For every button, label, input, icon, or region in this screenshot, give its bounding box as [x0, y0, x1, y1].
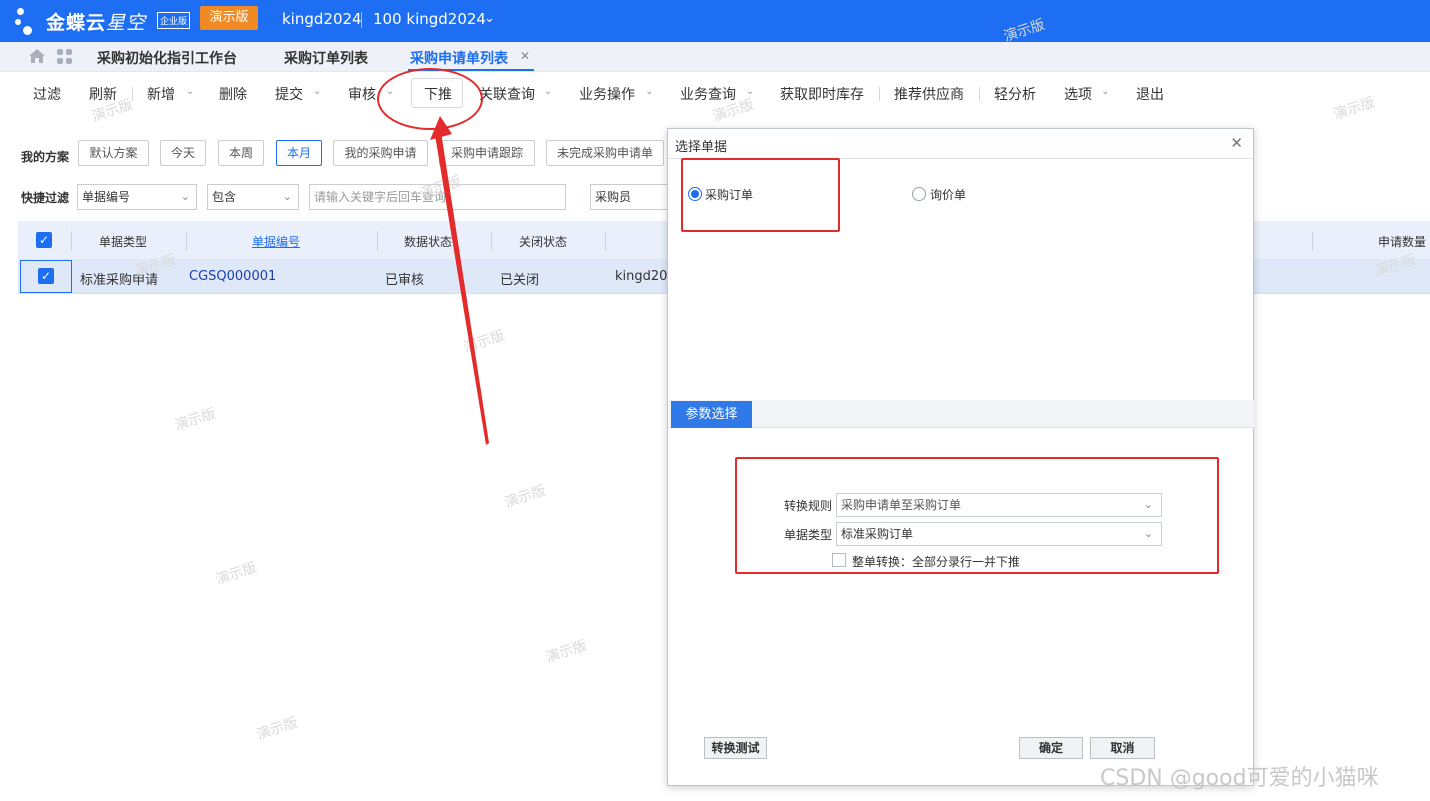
submit-button[interactable]: 提交: [275, 84, 303, 104]
convert-test-button[interactable]: 转换测试: [704, 737, 767, 759]
delete-button[interactable]: 删除: [219, 84, 247, 104]
filter-field2-select[interactable]: 采购员: [590, 184, 670, 210]
apps-grid-icon[interactable]: [57, 49, 73, 65]
filter-field-select[interactable]: 单据编号 ⌄: [77, 184, 197, 210]
watermark: 演示版: [543, 637, 589, 667]
column-divider: [1312, 231, 1313, 251]
realtime-stock-button[interactable]: 获取即时库存: [780, 84, 864, 104]
chevron-down-icon[interactable]: ⌄: [1101, 86, 1109, 97]
related-query-button[interactable]: 关联查询: [479, 84, 535, 104]
top-bar: 金蝶云星空 企业版 演示版 kingd2024 100 kingd2024 ⌄: [0, 0, 1430, 42]
watermark: 演示版: [213, 559, 259, 589]
exit-button[interactable]: 退出: [1136, 84, 1164, 104]
annotation-box: [681, 158, 840, 232]
ok-button[interactable]: 确定: [1019, 737, 1083, 759]
tab-purchase-guide[interactable]: 采购初始化指引工作台: [97, 48, 237, 68]
radio-inquiry[interactable]: [912, 187, 926, 201]
dialog-title: 选择单据: [675, 140, 728, 155]
demo-badge: 演示版: [200, 6, 258, 30]
column-header-number[interactable]: 单据编号: [252, 233, 300, 250]
row-checkbox-cell[interactable]: ✓: [20, 260, 72, 293]
scheme-this-month[interactable]: 本月: [276, 140, 322, 166]
column-header-close-status[interactable]: 关闭状态: [519, 233, 567, 250]
add-button[interactable]: 新增: [147, 84, 175, 104]
watermark: 演示版: [172, 405, 218, 435]
column-divider: [186, 231, 187, 251]
column-header-quantity[interactable]: 申请数量: [1378, 233, 1426, 250]
column-divider: [605, 231, 606, 251]
quick-filter-label: 快捷过滤: [21, 191, 70, 205]
chevron-down-icon: ⌄: [180, 190, 190, 203]
chevron-down-icon[interactable]: ⌄: [746, 86, 754, 97]
column-divider: [71, 231, 72, 251]
chevron-down-icon[interactable]: ⌄: [186, 86, 194, 97]
audit-button[interactable]: 审核: [348, 84, 376, 104]
cell-status: 已审核: [385, 273, 425, 288]
options-button[interactable]: 选项: [1064, 84, 1092, 104]
divider: [979, 87, 980, 101]
kingdee-logo-icon: [15, 6, 41, 36]
watermark: 演示版: [502, 482, 548, 512]
tab-bar: 采购初始化指引工作台 采购订单列表 采购申请单列表 ✕: [0, 42, 1430, 72]
light-analysis-button[interactable]: 轻分析: [994, 84, 1036, 104]
user-name[interactable]: kingd2024: [282, 10, 362, 28]
scheme-default[interactable]: 默认方案: [78, 140, 149, 166]
cell-close-status: 已关闭: [500, 273, 540, 288]
cancel-button[interactable]: 取消: [1090, 737, 1155, 759]
divider: [879, 87, 880, 101]
toolbar: 过滤 刷新 新增 ⌄ 删除 提交 ⌄ 审核 ⌄ 下推 关联查询 ⌄ 业务操作 ⌄…: [0, 73, 1430, 113]
close-icon[interactable]: ✕: [520, 49, 530, 63]
close-icon[interactable]: ✕: [1230, 134, 1243, 152]
scheme-this-week[interactable]: 本周: [218, 140, 264, 166]
divider: [132, 87, 133, 101]
filter-operator-value: 包含: [212, 190, 237, 204]
brand-name: 金蝶云星空: [46, 12, 147, 34]
chevron-down-icon[interactable]: ⌄: [313, 86, 321, 97]
column-header-type[interactable]: 单据类型: [99, 233, 147, 250]
tab-purchase-order-list[interactable]: 采购订单列表: [284, 48, 368, 68]
tab-param-select[interactable]: 参数选择: [671, 401, 752, 428]
chevron-down-icon: ⌄: [282, 190, 292, 203]
filter-operator-select[interactable]: 包含 ⌄: [207, 184, 299, 210]
csdn-watermark: CSDN @good可爱的小猫咪: [1100, 766, 1379, 791]
cell-number-link[interactable]: CGSQ000001: [189, 269, 276, 284]
my-scheme-label: 我的方案: [21, 150, 70, 164]
edition-badge: 企业版: [157, 12, 191, 29]
filter-field-value: 单据编号: [82, 190, 131, 204]
business-query-button[interactable]: 业务查询: [680, 84, 736, 104]
scheme-my-requests[interactable]: 我的采购申请: [333, 140, 428, 166]
org-selector[interactable]: 100 kingd2024: [373, 10, 486, 28]
param-tab-strip: [669, 400, 1254, 428]
chevron-down-icon[interactable]: ⌄: [544, 86, 552, 97]
refresh-button[interactable]: 刷新: [89, 84, 117, 104]
select-all-checkbox[interactable]: ✓: [36, 232, 52, 248]
annotation-arrow: [430, 116, 489, 445]
row-checkbox[interactable]: ✓: [38, 268, 54, 284]
home-icon[interactable]: [28, 48, 46, 64]
divider: [361, 12, 362, 28]
watermark: 演示版: [254, 714, 300, 744]
chevron-down-icon[interactable]: ⌄: [484, 11, 495, 26]
chevron-down-icon[interactable]: ⌄: [645, 86, 653, 97]
scheme-today[interactable]: 今天: [160, 140, 206, 166]
recommend-supplier-button[interactable]: 推荐供应商: [894, 84, 964, 104]
tab-purchase-request-list[interactable]: 采购申请单列表: [410, 48, 508, 68]
scheme-incomplete-requests[interactable]: 未完成采购申请单: [546, 140, 664, 166]
cell-type: 标准采购申请: [80, 273, 159, 288]
business-operation-button[interactable]: 业务操作: [579, 84, 635, 104]
column-divider: [377, 231, 378, 251]
filter-button[interactable]: 过滤: [33, 84, 61, 104]
radio-inquiry-label[interactable]: 询价单: [930, 186, 966, 203]
annotation-box: [735, 457, 1219, 574]
